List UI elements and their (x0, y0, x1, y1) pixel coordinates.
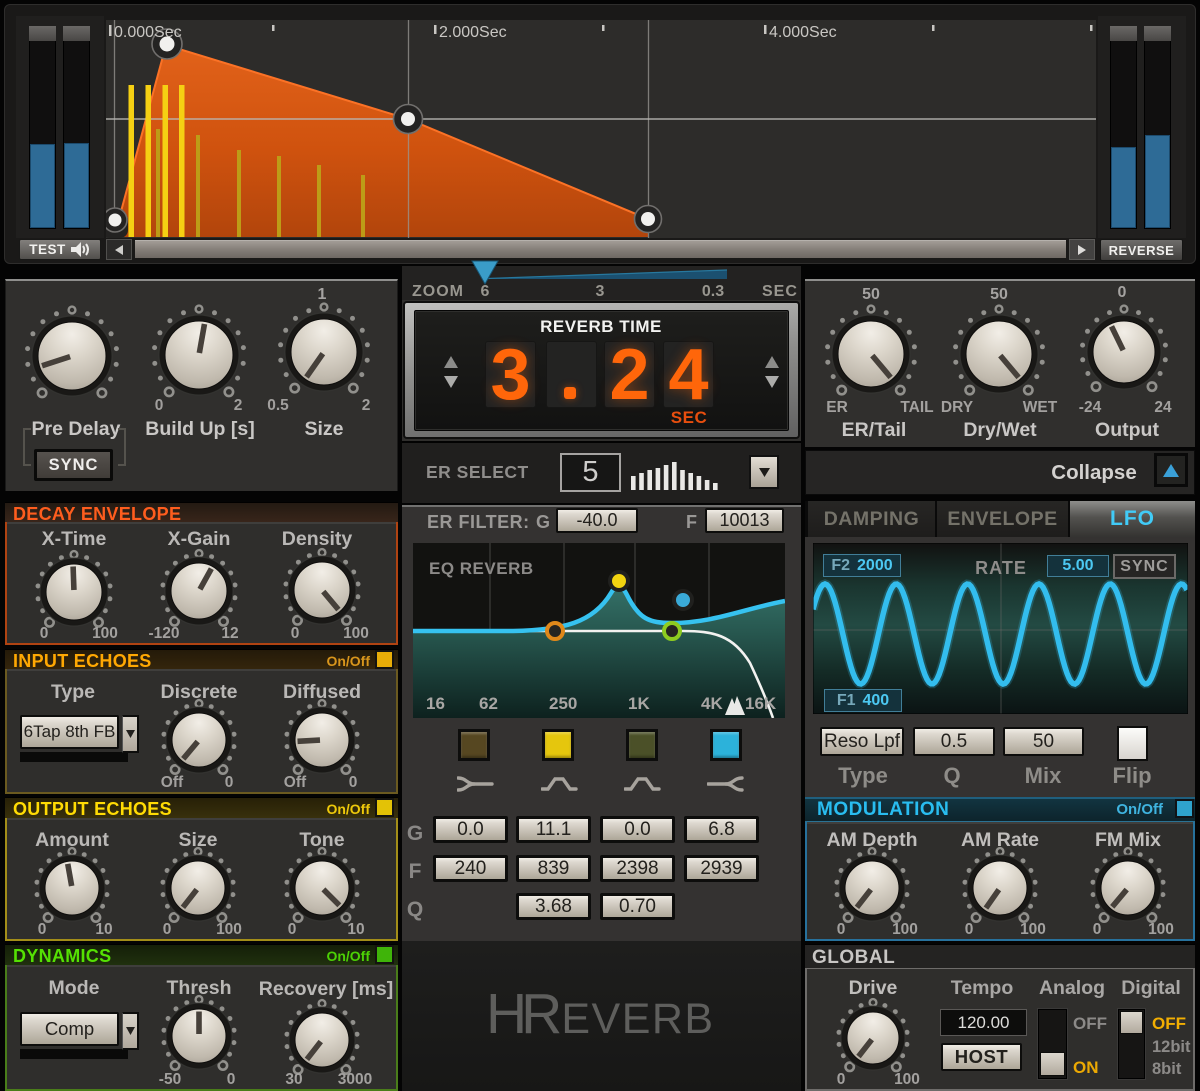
svg-text:4K: 4K (701, 694, 723, 713)
svg-text:16K: 16K (745, 694, 777, 713)
svg-text:0.000Sec: 0.000Sec (114, 24, 182, 41)
svg-text:1K: 1K (628, 694, 650, 713)
svg-text:62: 62 (479, 694, 498, 713)
svg-text:250: 250 (549, 694, 577, 713)
svg-text:4.000Sec: 4.000Sec (769, 24, 837, 41)
svg-text:16: 16 (426, 694, 445, 713)
svg-text:2.000Sec: 2.000Sec (439, 24, 507, 41)
svg-text:EQ REVERB: EQ REVERB (429, 559, 534, 578)
